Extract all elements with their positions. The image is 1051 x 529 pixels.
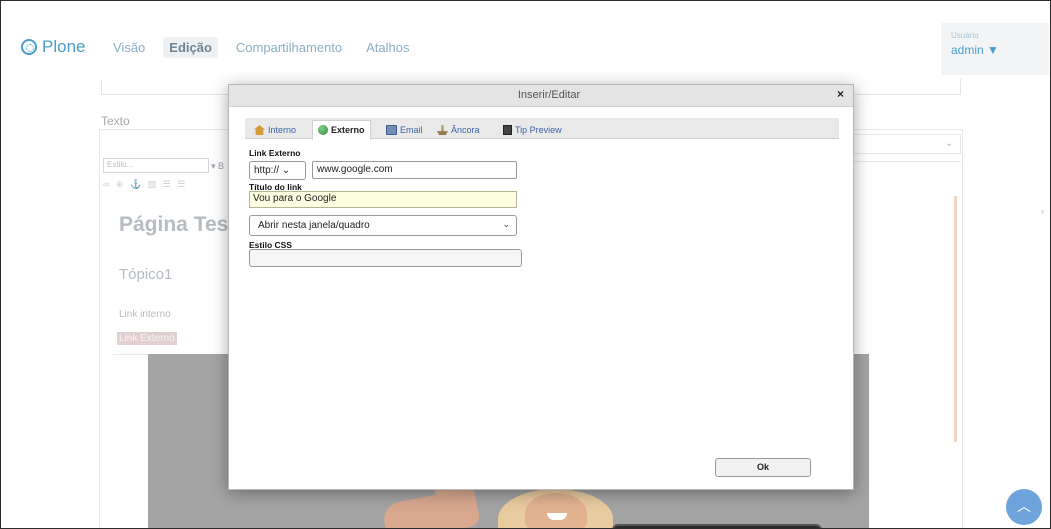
content-heading: Tópico1 [119,266,173,283]
style-select[interactable]: Estilo... [103,158,209,173]
tab-tip-preview[interactable]: Tip Preview [498,121,567,139]
tab-label: Âncora [451,125,480,135]
link-title-input[interactable]: Vou para o Google [249,191,517,208]
insert-edit-link-dialog: Inserir/Editar × Interno Externo Email Â… [228,84,854,490]
chevron-up-icon: ︿ [1017,498,1031,514]
tab-label: Interno [268,125,297,135]
email-icon [386,125,397,135]
plone-logo[interactable]: Plone [21,37,85,57]
dialog-titlebar[interactable]: Inserir/Editar × [229,85,853,107]
user-label: Usuário [951,31,979,40]
content-link-internal[interactable]: Link interno [119,309,171,320]
tab-external[interactable]: Externo [312,120,371,140]
nav-view[interactable]: Visão [107,37,151,58]
tab-label: Tip Preview [515,125,562,135]
house-icon [254,125,265,135]
globe-icon [318,125,328,135]
protocol-value: http:// [254,165,280,176]
plone-logo-icon [21,39,37,55]
image-face [525,493,587,528]
dialog-title: Inserir/Editar [517,89,581,101]
tab-internal[interactable]: Interno [249,121,301,139]
chevron-down-icon: ⌄ [945,138,954,149]
scroll-top-button[interactable]: ︿ [1006,489,1042,525]
chevron-down-icon: ⌄ [281,165,291,176]
editor-scrollbar[interactable] [954,196,957,442]
main-nav: Visão Edição Compartilhamento Atalhos [107,37,416,58]
editor-toolbar-format-icons[interactable]: ▾ B [211,161,224,172]
close-icon[interactable]: × [837,87,844,101]
target-select[interactable]: Abrir nesta janela/quadro ⌄ [249,215,517,236]
ok-button[interactable]: Ok [715,458,811,477]
logo-text: Plone [42,37,86,56]
protocol-select[interactable]: http:// ⌄ [249,161,306,180]
tab-label: Email [400,125,423,135]
editor-separator [841,161,961,195]
chevron-down-icon: ⌄ [502,219,510,229]
top-bar: Plone Visão Edição Compartilhamento Atal… [1,1,1050,79]
image-laptop [612,524,822,528]
content-link-external-selected[interactable]: Link Externo [117,332,177,345]
user-menu[interactable]: Usuário admin ▼ [941,23,1049,75]
target-value: Abrir nesta janela/quadro [258,220,370,231]
editor-toolbar-link-icons[interactable]: ∞ ⊕ ⚓ ▨ ☰ ☰ [103,179,187,190]
editor-right-combo[interactable] [841,134,961,154]
tab-email[interactable]: Email [381,121,428,139]
link-type-tabs: Interno Externo Email Âncora Tip Preview [245,118,839,140]
preview-icon [503,125,512,135]
anchor-icon [437,125,448,135]
url-input[interactable]: www.google.com [312,161,517,179]
tab-anchor[interactable]: Âncora [432,121,485,139]
text-field-label: Texto [101,114,130,128]
image-hand [381,487,481,528]
nav-edit[interactable]: Edição [163,37,218,58]
user-name[interactable]: admin ▼ [951,43,1039,57]
external-link-label: Link Externo [249,148,301,158]
css-style-input[interactable] [249,249,522,267]
nav-shortcuts[interactable]: Atalhos [360,37,415,58]
tab-label: Externo [331,125,365,135]
nav-sharing[interactable]: Compartilhamento [230,37,348,58]
screen: Plone Visão Edição Compartilhamento Atal… [0,0,1051,529]
chevron-right-icon: › [1041,206,1044,216]
